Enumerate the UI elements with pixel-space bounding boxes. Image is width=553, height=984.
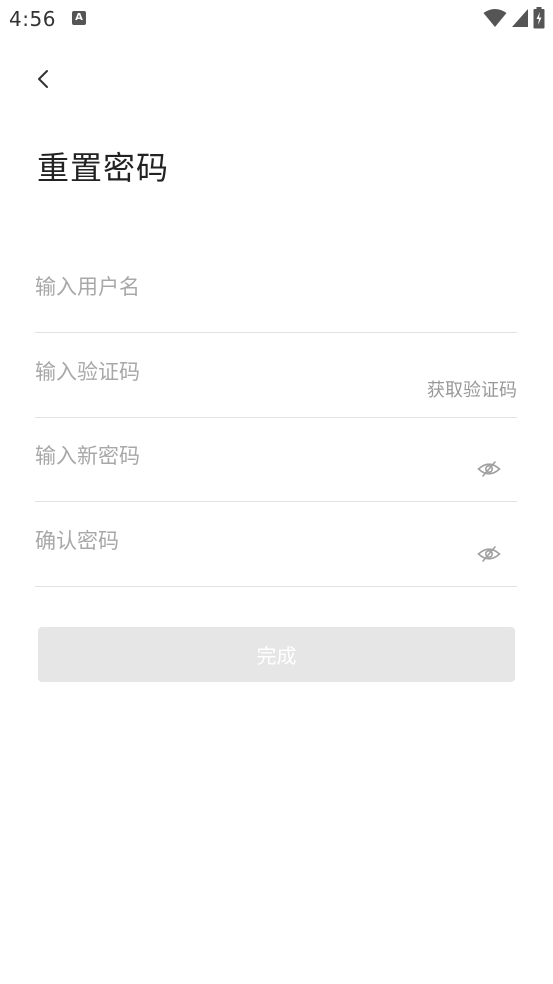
eye-off-icon bbox=[477, 546, 501, 562]
wifi-icon bbox=[483, 9, 507, 27]
status-icons bbox=[483, 7, 545, 29]
page-title: 重置密码 bbox=[37, 149, 170, 187]
verification-code-input[interactable] bbox=[35, 355, 395, 389]
confirm-password-input[interactable] bbox=[35, 524, 395, 558]
battery-charging-icon bbox=[533, 7, 545, 29]
signal-icon bbox=[512, 9, 528, 27]
username-input[interactable] bbox=[35, 270, 395, 304]
eye-off-icon bbox=[477, 461, 501, 477]
status-bar: 4:56 A bbox=[0, 0, 553, 40]
confirm-password-field-row bbox=[35, 502, 517, 587]
chevron-left-icon bbox=[38, 70, 48, 88]
new-password-visibility-toggle[interactable] bbox=[477, 457, 501, 481]
username-field-row bbox=[35, 248, 517, 333]
get-code-button[interactable]: 获取验证码 bbox=[427, 376, 517, 402]
confirm-password-visibility-toggle[interactable] bbox=[477, 542, 501, 566]
submit-button[interactable]: 完成 bbox=[38, 627, 515, 682]
back-button[interactable] bbox=[26, 62, 60, 96]
new-password-field-row bbox=[35, 417, 517, 502]
status-time: 4:56 bbox=[9, 7, 56, 31]
code-field-row: 获取验证码 bbox=[35, 333, 517, 418]
app-notification-icon: A bbox=[72, 11, 86, 25]
new-password-input[interactable] bbox=[35, 439, 395, 473]
